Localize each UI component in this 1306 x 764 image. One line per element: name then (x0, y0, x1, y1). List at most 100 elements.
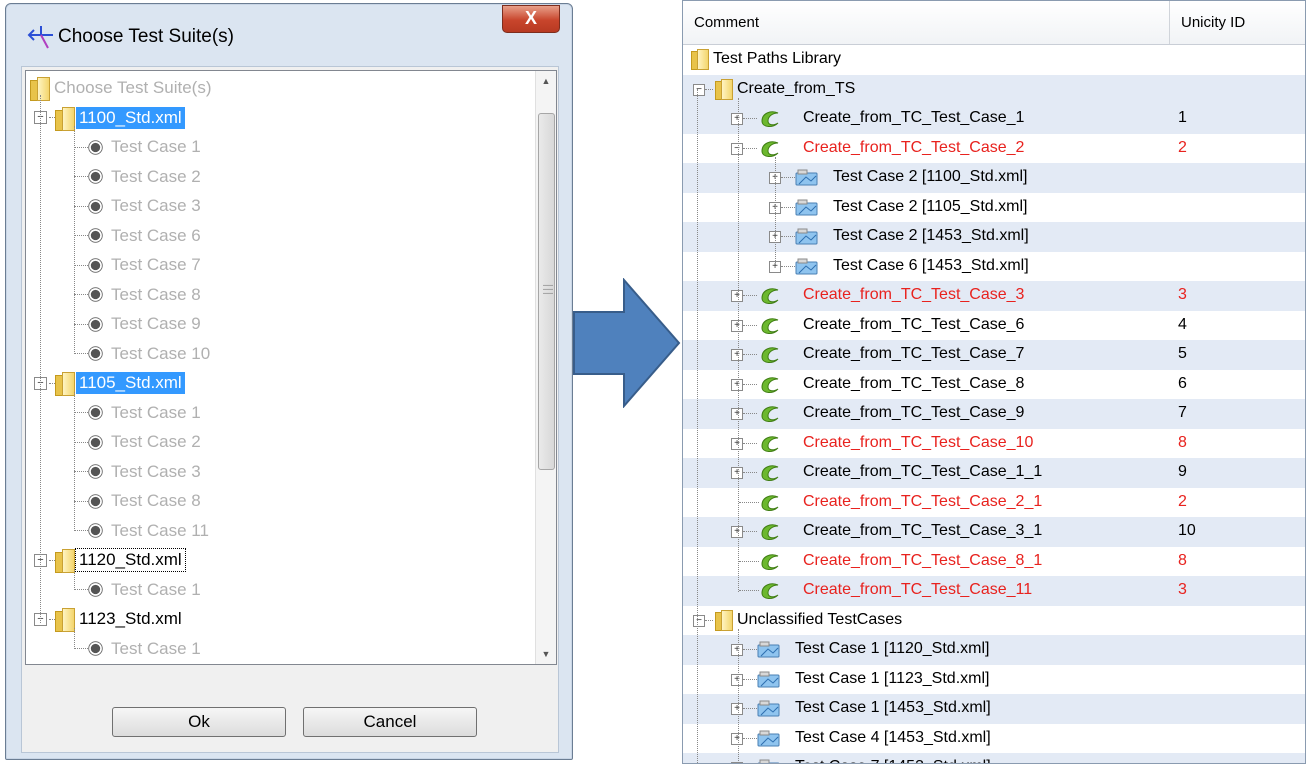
row-label: Create_from_TC_Test_Case_2 (803, 138, 1025, 156)
tree-connector (74, 353, 88, 354)
test-case-node[interactable]: Test Case 7 (74, 250, 204, 280)
row-label: Create_from_TC_Test_Case_3_1 (803, 522, 1043, 539)
expand-icon[interactable]: + (731, 408, 743, 420)
test-case-node[interactable]: Test Case 1 (74, 575, 204, 605)
tree-row[interactable]: + Create_from_TC_Test_Case_3_1 10 (683, 517, 1305, 547)
tree-row[interactable]: + Test Case 4 [1453_Std.xml] (683, 724, 1305, 754)
tree-row[interactable]: + Create_from_TC_Test_Case_3 3 (683, 281, 1305, 311)
tree-row[interactable]: + Create_from_TC_Test_Case_6 4 (683, 311, 1305, 341)
tree-row[interactable]: + Test Case 2 [1105_Std.xml] (683, 193, 1305, 223)
gear-icon (90, 437, 101, 447)
collapse-icon[interactable]: − (693, 614, 705, 627)
test-case-node[interactable]: Test Case 9 (74, 309, 204, 339)
tree-connector (743, 678, 757, 680)
tree-row[interactable]: + Test Case 2 [1100_Std.xml] (683, 163, 1305, 193)
tree-row[interactable]: + Test Case 1 [1120_Std.xml] (683, 635, 1305, 665)
collapse-icon[interactable]: − (693, 83, 705, 96)
test-case-label: Test Case 1 (111, 638, 201, 658)
tree-connector (743, 413, 757, 414)
expand-icon[interactable]: + (731, 732, 743, 745)
tree-row[interactable]: + Test Case 6 [1453_Std.xml] (683, 252, 1305, 282)
tree-scrollbar[interactable]: ▲ — — — ▼ (535, 71, 556, 664)
test-case-icon (795, 169, 819, 186)
expand-icon[interactable]: + (731, 673, 743, 686)
test-case-node[interactable]: Test Case 1 (74, 132, 204, 162)
tree-row[interactable]: Create_from_TC_Test_Case_2_1 2 (683, 488, 1305, 518)
expand-icon[interactable]: + (731, 378, 743, 391)
tree-connector (738, 98, 739, 592)
expand-icon[interactable]: + (731, 349, 743, 361)
suite-tree[interactable]: Choose Test Suite(s) −1100_Std.xml Test Ca… (25, 70, 557, 665)
test-case-node[interactable]: Test Case 10 (74, 339, 213, 369)
tree-row[interactable]: + Create_from_TC_Test_Case_10 8 (683, 429, 1305, 459)
tree-connector (74, 589, 88, 590)
scroll-up-icon[interactable]: ▲ (536, 71, 556, 91)
table-header: Comment Unicity ID (683, 1, 1305, 45)
row-label: Create_from_TC_Test_Case_8_1 (803, 551, 1043, 569)
expand-icon[interactable]: + (731, 319, 743, 332)
row-label: Test Paths Library (713, 50, 842, 67)
test-case-node[interactable]: Test Case 3 (74, 457, 204, 487)
tree-row[interactable]: + Create_from_TC_Test_Case_1 1 (683, 104, 1305, 134)
tree-row[interactable]: − Unclassified TestCases (683, 606, 1305, 636)
tree-connector (705, 88, 713, 90)
test-case-node[interactable]: Test Case 1 (74, 398, 204, 428)
test-case-node[interactable]: Test Case 11 (74, 516, 212, 546)
tree-row[interactable]: + Create_from_TC_Test_Case_9 7 (683, 399, 1305, 429)
unicity-id: 2 (1178, 492, 1187, 510)
grip-icon: — — — (543, 280, 553, 299)
gear-icon (90, 319, 101, 329)
test-case-label: Test Case 8 (111, 284, 201, 304)
column-header-unicity-id[interactable]: Unicity ID (1181, 14, 1245, 31)
expand-icon[interactable]: + (731, 113, 743, 125)
tree-row[interactable]: + Create_from_TC_Test_Case_7 5 (683, 340, 1305, 370)
unicity-id: 5 (1178, 345, 1187, 362)
suite-node[interactable]: −1105_Std.xml (34, 368, 185, 398)
suite-label: 1105_Std.xml (76, 372, 185, 394)
tree-row[interactable]: + Create_from_TC_Test_Case_8 6 (683, 370, 1305, 400)
test-case-node[interactable]: Test Case 2 (74, 427, 204, 457)
suite-node[interactable]: −1120_Std.xml (34, 545, 186, 575)
tree-row[interactable]: + Test Case 1 [1123_Std.xml] (683, 665, 1305, 695)
column-divider[interactable] (1169, 1, 1170, 44)
tree-connector (74, 391, 75, 531)
suite-node[interactable]: −1100_Std.xml (34, 103, 185, 133)
expand-icon[interactable]: + (731, 703, 743, 715)
tree-connector (743, 383, 757, 385)
tree-row[interactable]: + Create_from_TC_Test_Case_1_1 9 (683, 458, 1305, 488)
suite-node[interactable]: −1123_Std.xml (34, 604, 185, 634)
test-case-node[interactable]: Test Case 8 (74, 486, 204, 516)
test-case-node[interactable]: Test Case 6 (74, 221, 204, 251)
tree-row[interactable]: Test Paths Library (683, 45, 1305, 75)
scroll-down-icon[interactable]: ▼ (536, 644, 556, 664)
tree-row[interactable]: +Test Case 7 [1453_Std.xml] (683, 753, 1305, 763)
tree-row[interactable]: + Test Case 1 [1453_Std.xml] (683, 694, 1305, 724)
collapse-icon[interactable]: − (731, 142, 743, 155)
tree-root[interactable]: Choose Test Suite(s) (30, 73, 214, 103)
test-case-node[interactable]: Test Case 3 (74, 191, 204, 221)
tree-row[interactable]: − Create_from_TS (683, 74, 1305, 104)
test-case-node[interactable]: Test Case 1 (74, 634, 204, 664)
tree-root-label: Choose Test Suite(s) (54, 78, 212, 97)
tree-row[interactable]: Create_from_TC_Test_Case_11 3 (683, 576, 1305, 606)
unicity-id: 8 (1178, 551, 1187, 569)
expand-icon[interactable]: + (731, 526, 743, 538)
close-button[interactable]: X (502, 5, 560, 33)
ok-button[interactable]: Ok (112, 707, 286, 737)
test-case-node[interactable]: Test Case 2 (74, 162, 204, 192)
scroll-thumb[interactable]: — — — (538, 113, 555, 470)
expand-icon[interactable]: + (731, 437, 743, 450)
test-case-node[interactable]: Test Case 8 (74, 280, 204, 310)
expand-icon[interactable]: + (731, 467, 743, 479)
test-path-icon (759, 432, 781, 454)
tree-row[interactable]: + Test Case 2 [1453_Std.xml] (683, 222, 1305, 252)
cancel-button[interactable]: Cancel (303, 707, 477, 737)
column-header-comment[interactable]: Comment (694, 14, 759, 31)
test-case-icon (795, 199, 819, 216)
tree-row[interactable]: − Create_from_TC_Test_Case_2 2 (683, 134, 1305, 164)
expand-icon[interactable]: + (731, 290, 743, 302)
tree-connector (74, 471, 88, 472)
tree-row[interactable]: Create_from_TC_Test_Case_8_1 8 (683, 547, 1305, 577)
gear-icon (90, 142, 101, 152)
expand-icon[interactable]: + (731, 644, 743, 656)
